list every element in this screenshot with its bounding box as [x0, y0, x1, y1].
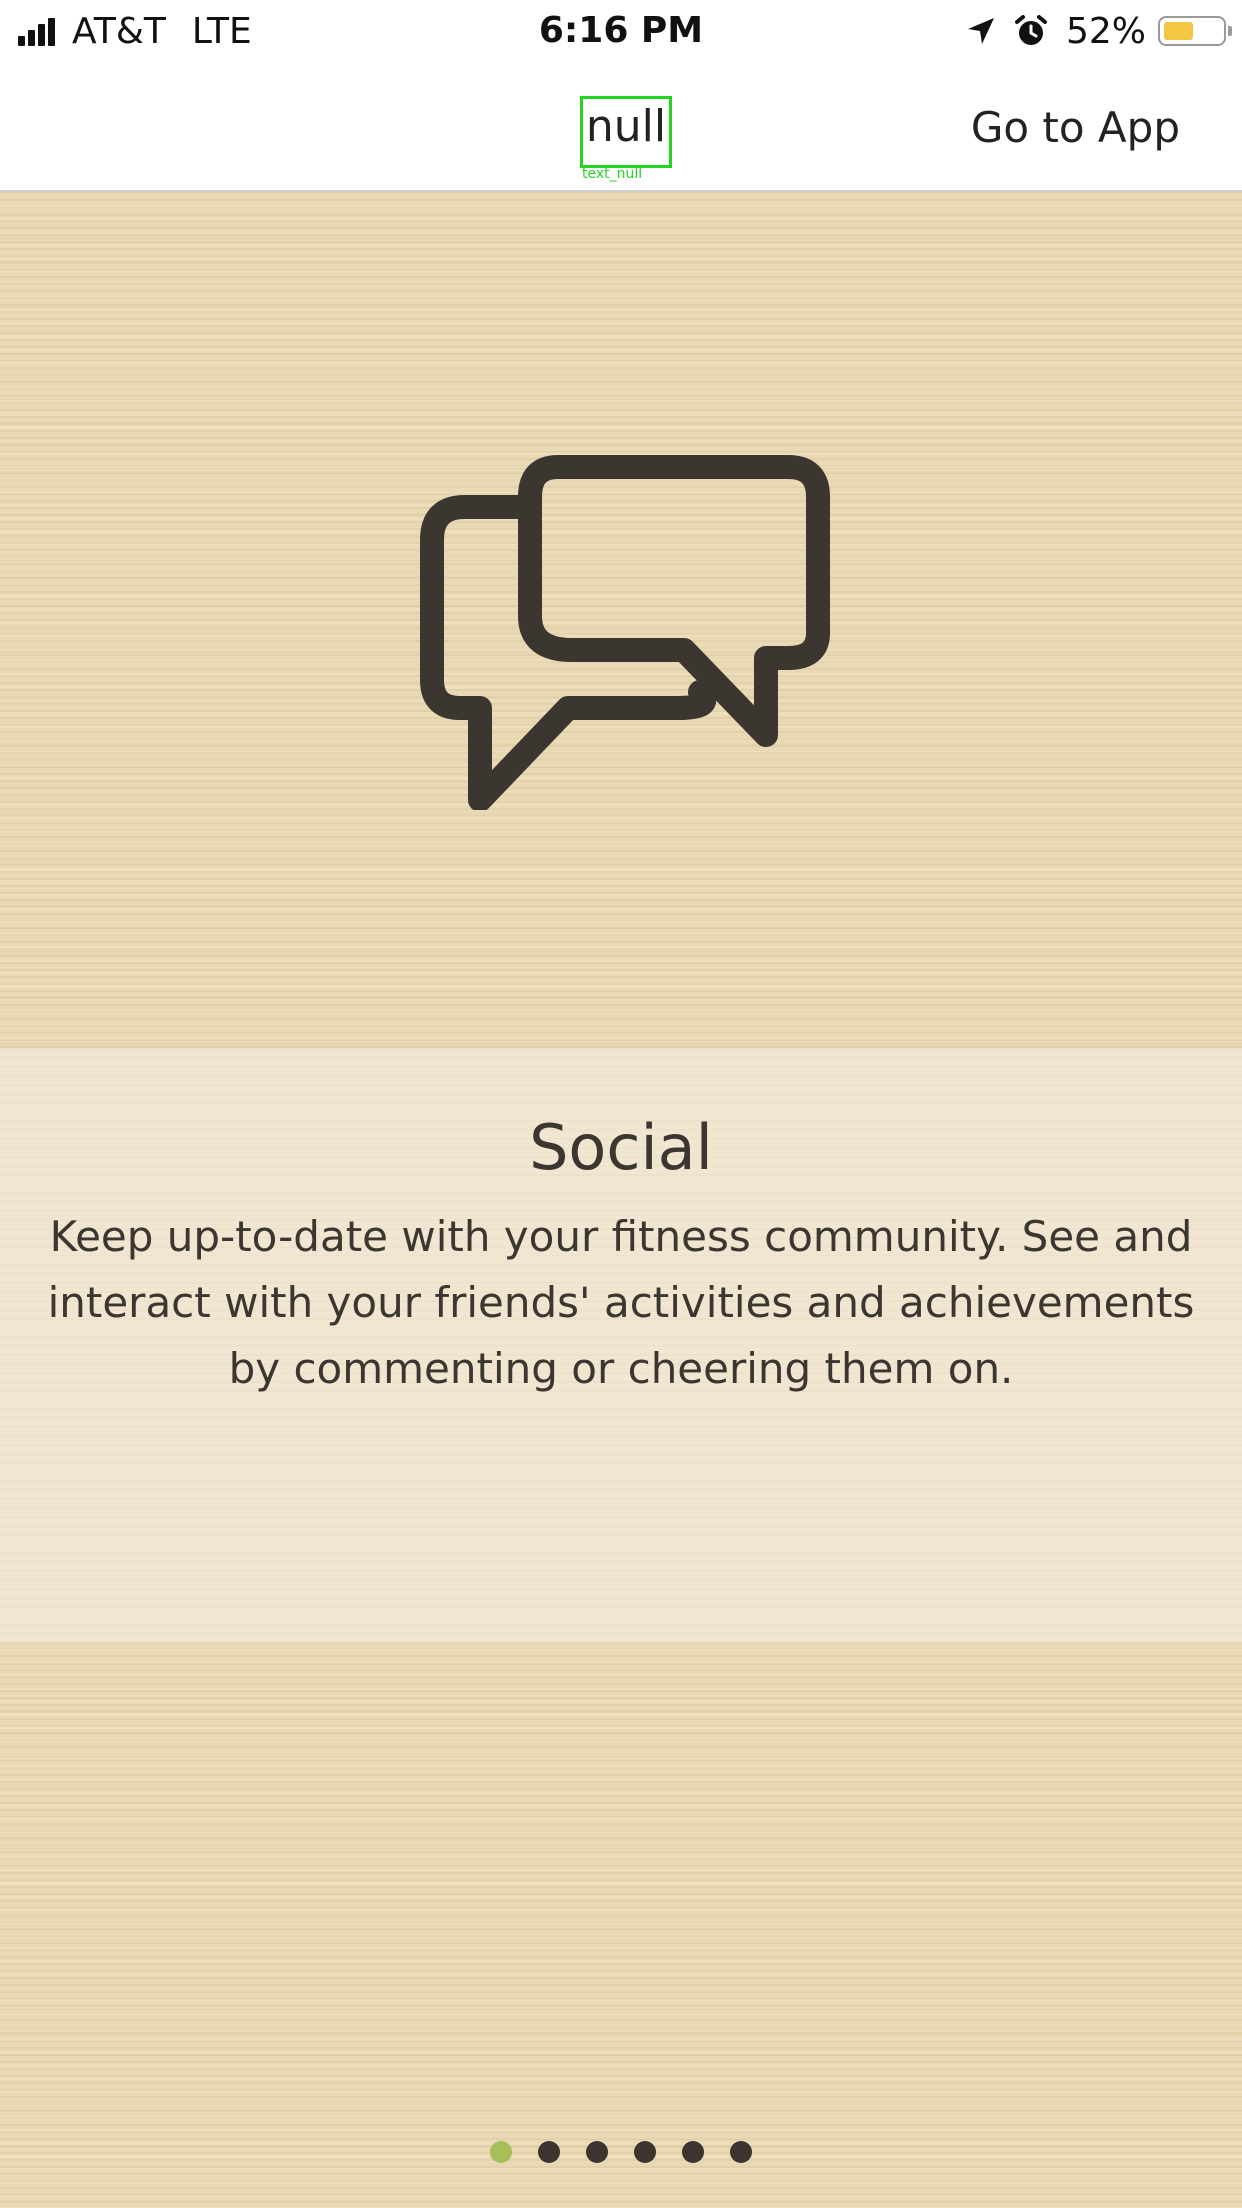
page-dot[interactable]	[538, 2141, 560, 2163]
feature-description: Keep up-to-date with your fitness commun…	[47, 1212, 1195, 1393]
battery-level-fill	[1164, 22, 1193, 40]
nav-title: null	[580, 96, 672, 168]
page-dot[interactable]	[634, 2141, 656, 2163]
nav-title-debug-label: text_null	[582, 166, 643, 182]
onboarding-screen: AT&T LTE 6:16 PM 52% null text_null Go t…	[0, 0, 1242, 2208]
page-dot[interactable]	[586, 2141, 608, 2163]
alarm-icon	[1014, 14, 1048, 48]
battery-icon	[1158, 16, 1232, 46]
status-bar-right: 52%	[966, 10, 1232, 52]
nav-bar: null text_null Go to App	[0, 62, 1242, 192]
location-arrow-icon	[966, 16, 996, 46]
page-dot[interactable]	[730, 2141, 752, 2163]
feature-title: Social	[529, 1111, 713, 1184]
battery-percent: 52%	[1065, 10, 1146, 52]
page-dot[interactable]	[490, 2141, 512, 2163]
status-bar: AT&T LTE 6:16 PM 52%	[0, 0, 1242, 62]
page-dot[interactable]	[682, 2141, 704, 2163]
feature-info-panel: Social Keep up-to-date with your fitness…	[0, 1048, 1242, 1642]
go-to-app-button[interactable]: Go to App	[971, 102, 1180, 154]
page-indicator[interactable]	[0, 2140, 1242, 2164]
chat-bubbles-icon	[420, 455, 830, 810]
battery-nub	[1228, 26, 1232, 36]
